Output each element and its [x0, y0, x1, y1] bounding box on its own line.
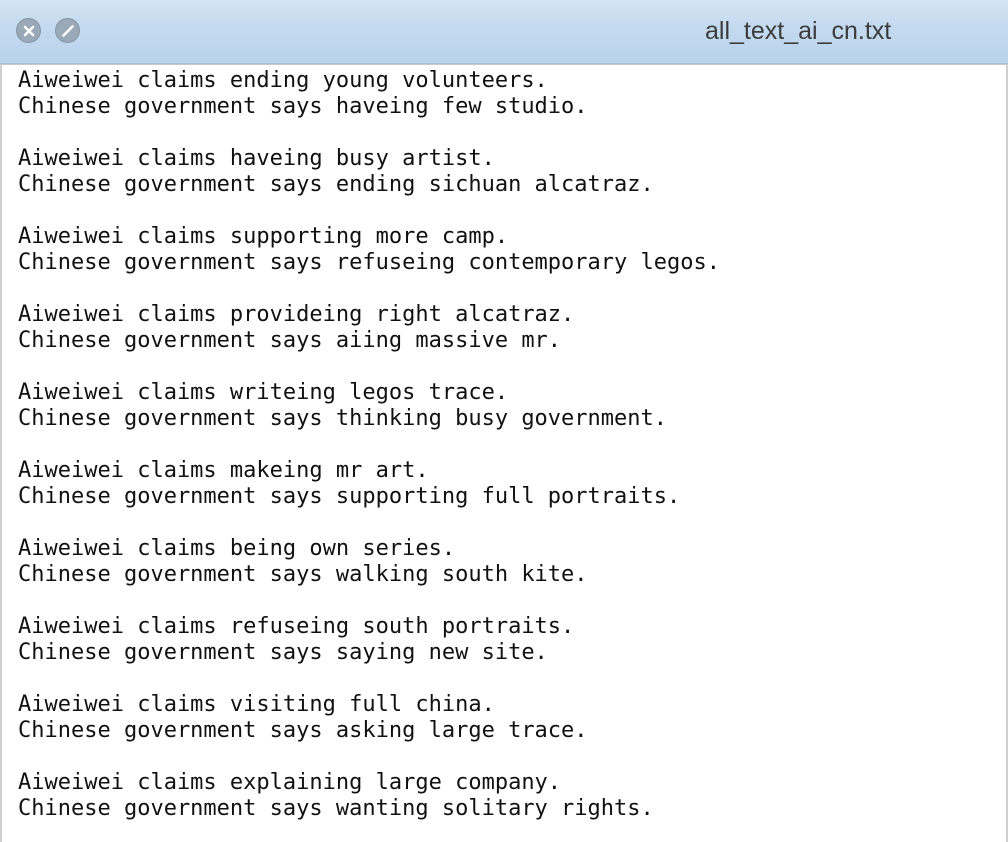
text-line: Chinese government says haveing few stud… — [18, 94, 588, 119]
document-text[interactable]: Aiweiwei claims ending young volunteers.… — [18, 68, 720, 822]
text-line: Chinese government says ending sichuan a… — [18, 172, 654, 197]
text-line: Chinese government says saying new site. — [18, 640, 548, 665]
text-editor-area[interactable]: Aiweiwei claims ending young volunteers.… — [0, 64, 1008, 842]
text-line: Aiweiwei claims supporting more camp. — [18, 224, 509, 249]
text-line: Aiweiwei claims explaining large company… — [18, 770, 562, 795]
text-line: Chinese government says refuseing contem… — [18, 250, 720, 275]
text-line: Chinese government says wanting solitary… — [18, 796, 654, 821]
title-bar[interactable]: all_text_ai_cn.txt — [0, 0, 1008, 64]
text-line: Aiweiwei claims provideing right alcatra… — [18, 302, 575, 327]
text-line: Aiweiwei claims visiting full china. — [18, 692, 495, 717]
text-line: Chinese government says thinking busy go… — [18, 406, 668, 431]
text-line: Chinese government says asking large tra… — [18, 718, 588, 743]
close-icon — [23, 25, 35, 37]
text-line: Chinese government says supporting full … — [18, 484, 681, 509]
text-line: Aiweiwei claims being own series. — [18, 536, 456, 561]
text-line: Chinese government says walking south ki… — [18, 562, 588, 587]
close-button[interactable] — [16, 18, 41, 43]
minimize-button[interactable] — [55, 18, 80, 43]
text-line: Aiweiwei claims haveing busy artist. — [18, 146, 495, 171]
text-line: Aiweiwei claims writeing legos trace. — [18, 380, 509, 405]
text-line: Aiweiwei claims ending young volunteers. — [18, 68, 548, 93]
text-line: Aiweiwei claims refuseing south portrait… — [18, 614, 575, 639]
text-line: Chinese government says aiing massive mr… — [18, 328, 562, 353]
minimize-icon — [62, 25, 74, 37]
text-line: Aiweiwei claims makeing mr art. — [18, 458, 429, 483]
window-title: all_text_ai_cn.txt — [705, 17, 892, 45]
text-editor-window: all_text_ai_cn.txt Aiweiwei claims endin… — [0, 0, 1008, 842]
